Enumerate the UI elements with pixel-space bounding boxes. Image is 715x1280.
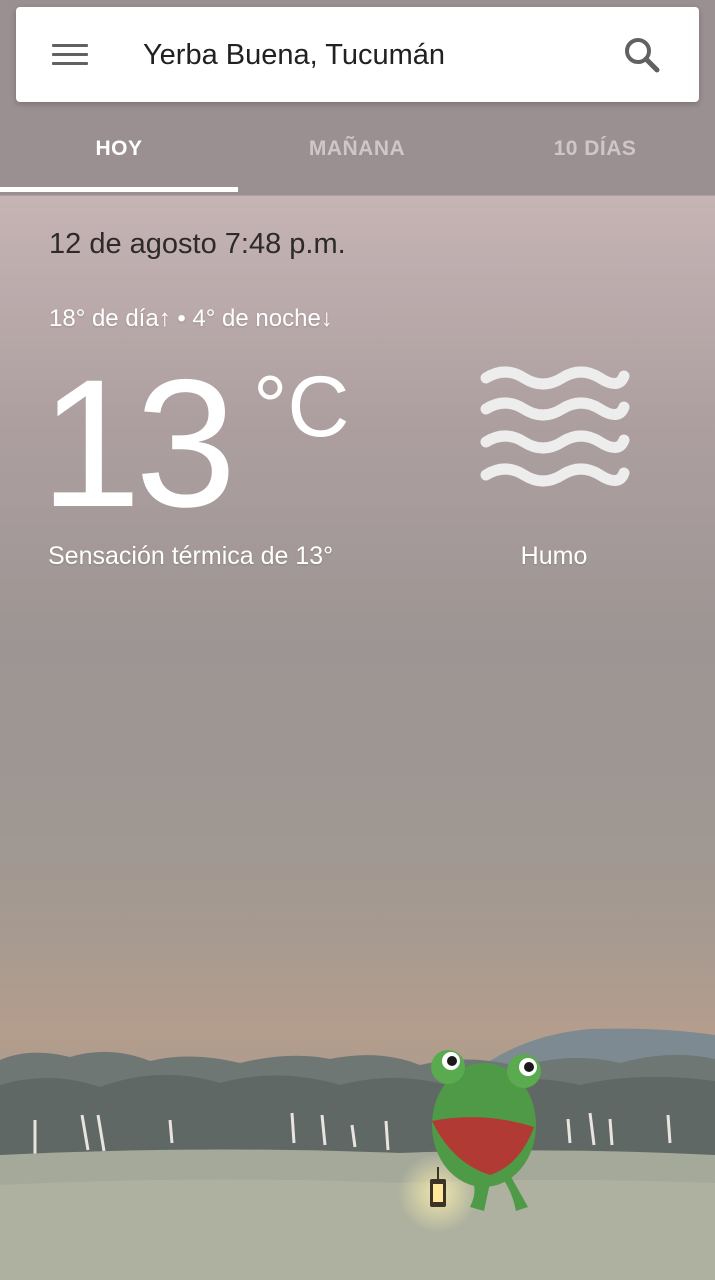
current-temperature: 13 (40, 341, 236, 545)
haze-icon (480, 366, 630, 487)
active-tab-indicator (0, 187, 238, 192)
tab-bar: HOY MAÑANA 10 DÍAS (0, 102, 715, 195)
date-time: 12 de agosto 7:48 p.m. (49, 228, 346, 260)
tab-tomorrow[interactable]: MAÑANA (238, 102, 476, 195)
location-text[interactable]: Yerba Buena, Tucumán (143, 37, 445, 73)
high-low-temperature: 18° de día↑ • 4° de noche↓ (49, 305, 333, 332)
condition-label: Humo (520, 542, 588, 570)
landscape-illustration (0, 1028, 715, 1280)
temperature-unit: °C (253, 359, 350, 455)
feels-like-temperature: Sensación térmica de 13° (48, 542, 334, 570)
search-icon[interactable] (620, 33, 664, 77)
tab-10-days[interactable]: 10 DÍAS (476, 102, 714, 195)
menu-icon[interactable] (50, 37, 90, 73)
tab-today[interactable]: HOY (0, 102, 238, 195)
search-bar: Yerba Buena, Tucumán (16, 7, 699, 102)
